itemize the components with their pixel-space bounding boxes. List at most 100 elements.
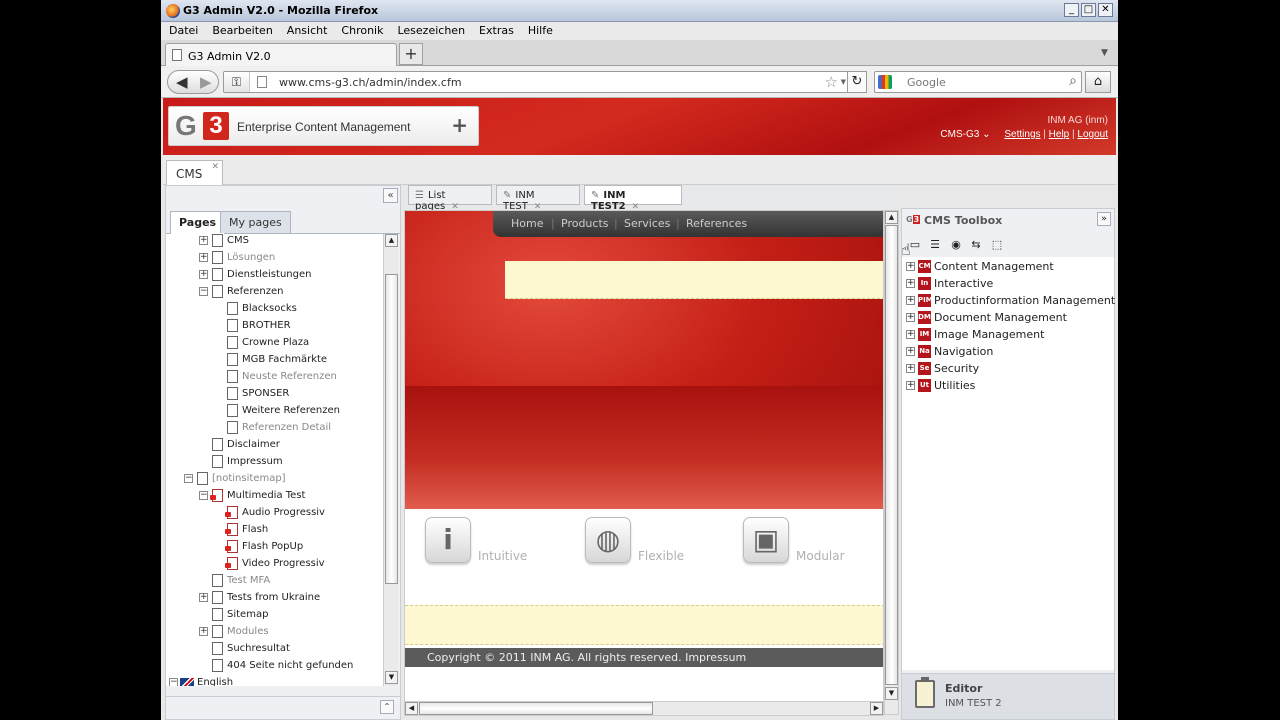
url-text[interactable]: www.cms-g3.ch/admin/index.cfm (279, 76, 462, 89)
menu-chronik[interactable]: Chronik (333, 22, 389, 37)
scroll-thumb[interactable] (885, 225, 898, 685)
app-header: G3 Enterprise Content Management + INM A… (163, 98, 1116, 155)
scroll-thumb[interactable] (385, 274, 398, 584)
google-icon[interactable] (878, 75, 892, 89)
browser-tab[interactable]: G3 Admin V2.0 (165, 43, 397, 66)
page-tree-panel: « Pages My pages + CMS + Lösungen + Dienstl… (165, 185, 401, 720)
tab-my-pages[interactable]: My pages (220, 211, 291, 233)
url-bar[interactable]: ⚿ www.cms-g3.ch/admin/index.cfm ☆ ▼ (223, 71, 867, 93)
header-links: CMS-G3 ⌄ Settings | Help | Logout (940, 129, 1108, 140)
page-tree: + CMS + Lösungen + Dienstleistungen − Refere… (166, 234, 383, 686)
menu-bar: Datei Bearbeiten Ansicht Chronik Lesezeichen… (161, 22, 1118, 40)
preview-hscrollbar[interactable]: ◀ ▶ (404, 701, 884, 716)
navigation-toolbar: ◀ ▶ ⚿ www.cms-g3.ch/admin/index.cfm ☆ ▼ … (161, 66, 1118, 98)
panel-footer: ⌃ (166, 696, 400, 718)
list-icon[interactable]: ☰ (928, 238, 942, 252)
scroll-thumb[interactable] (419, 702, 653, 715)
close-icon[interactable]: ✕ (211, 162, 219, 172)
back-forward-button[interactable]: ◀ ▶ (167, 70, 219, 94)
preview-footer: Copyright © 2011 INM AG. All rights rese… (405, 648, 883, 667)
reload-button[interactable]: ↻ (847, 71, 867, 93)
site-select[interactable]: CMS-G3 (940, 129, 979, 140)
toolbox-icons: ▭ ☰ ◉ ⇆ ⬚ (902, 235, 1114, 257)
home-button[interactable]: ⌂ (1085, 71, 1111, 93)
site-nav-home[interactable]: Home (511, 217, 543, 230)
page-content: G3 Enterprise Content Management + INM A… (161, 98, 1118, 720)
browser-tab-strip: G3 Admin V2.0 + ▼ (161, 40, 1118, 66)
menu-bearbeiten[interactable]: Bearbeiten (204, 22, 278, 37)
editor-document: INM TEST 2 (945, 698, 1002, 709)
help-link[interactable]: Help (1049, 129, 1070, 140)
editable-region[interactable] (405, 605, 883, 645)
scroll-down-icon[interactable]: ▼ (885, 687, 898, 700)
title-bar: G3 Admin V2.0 - Mozilla Firefox _ □ ✕ (161, 0, 1118, 22)
cubes-icon: ▣ (743, 517, 789, 563)
tree-scrollbar[interactable]: ▲ ▼ (383, 234, 398, 686)
select-icon[interactable]: ⬚ (990, 238, 1004, 252)
panel-tabs: Pages My pages (166, 210, 400, 235)
url-dropdown-icon[interactable]: ▼ (841, 78, 846, 86)
tab-cms[interactable]: CMS ✕ (166, 160, 223, 185)
menu-ansicht[interactable]: Ansicht (279, 22, 334, 37)
tab-inm-test2[interactable]: ✎ INM TEST2 ✕ (584, 185, 682, 212)
maximize-button[interactable]: □ (1081, 3, 1096, 17)
toolbox-header: G3 CMS Toolbox » (902, 209, 1114, 231)
g3-logo: G3 (175, 110, 229, 142)
tab-inm-test[interactable]: ✎ INM TEST ✕ (496, 185, 580, 212)
search-icon[interactable]: ⌕ (1069, 73, 1077, 89)
settings-link[interactable]: Settings (1004, 129, 1040, 140)
browser-tab-title: G3 Admin V2.0 (188, 50, 271, 63)
menu-datei[interactable]: Datei (161, 22, 204, 37)
scroll-down-icon[interactable]: ▼ (385, 671, 398, 684)
back-arrow-icon[interactable]: ◀ (176, 73, 188, 91)
move-icon[interactable]: ⇆ (969, 238, 983, 252)
menu-hilfe[interactable]: Hilfe (520, 22, 559, 37)
forward-arrow-icon[interactable]: ▶ (200, 73, 212, 91)
close-window-button[interactable]: ✕ (1098, 3, 1113, 17)
scroll-right-icon[interactable]: ▶ (870, 702, 883, 715)
scroll-up-icon[interactable]: ▲ (385, 234, 398, 247)
menu-extras[interactable]: Extras (471, 22, 520, 37)
app-tagline: Enterprise Content Management (237, 120, 411, 134)
editor-label: Editor (945, 682, 983, 695)
logo-box: G3 Enterprise Content Management + (168, 106, 479, 146)
collapse-panel-icon[interactable]: « (383, 188, 398, 203)
preview-vscrollbar[interactable]: ▲ ▼ (884, 210, 899, 715)
tab-pages[interactable]: Pages (170, 211, 226, 235)
collapse-toolbox-icon[interactable]: » (1097, 212, 1111, 226)
editable-region[interactable] (505, 261, 883, 299)
browser-window: G3 Admin V2.0 - Mozilla Firefox _ □ ✕ Da… (161, 0, 1118, 720)
tab-list-pages[interactable]: ☰ List pages ✕ (408, 185, 492, 212)
minimize-button[interactable]: _ (1064, 3, 1079, 17)
user-label: INM AG (inm) (1047, 115, 1108, 126)
site-nav: Home | Products | Services | References (493, 211, 883, 237)
scroll-up-icon[interactable]: ▲ (885, 211, 898, 224)
new-tab-button[interactable]: + (399, 43, 423, 65)
toolbox-tree: + CM Content Management + In Interactive + PI… (902, 257, 1115, 670)
logout-link[interactable]: Logout (1077, 129, 1108, 140)
site-nav-references[interactable]: References (686, 217, 747, 230)
page-icon (172, 49, 182, 61)
pencil-icon: ✎ (503, 190, 512, 201)
page-icon (257, 76, 267, 88)
document-tabs: ☰ List pages ✕ ✎ INM TEST ✕ ✎ INM TEST2 ✕ (404, 185, 894, 212)
site-nav-products[interactable]: Products (561, 217, 609, 230)
search-bar[interactable]: Google ⌕ (874, 71, 1082, 93)
hero-banner: Home | Products | Services | References (405, 211, 883, 509)
expand-up-icon[interactable]: ⌃ (380, 700, 394, 714)
list-icon: ☰ (415, 190, 424, 201)
tab-cms-label: CMS (176, 167, 203, 181)
plus-icon[interactable]: + (451, 113, 468, 137)
tab-list-icon[interactable]: ▼ (1101, 48, 1108, 58)
bookmark-star-icon[interactable]: ☆ (825, 73, 838, 91)
menu-lesezeichen[interactable]: Lesezeichen (389, 22, 471, 37)
scroll-left-icon[interactable]: ◀ (405, 702, 418, 715)
chevron-down-icon[interactable]: ⌄ (982, 129, 990, 140)
search-placeholder[interactable]: Google (907, 76, 946, 89)
info-icon: i (425, 517, 471, 563)
site-nav-services[interactable]: Services (624, 217, 670, 230)
editor-clipboard[interactable]: Editor INM TEST 2 (902, 673, 1114, 719)
eye-icon[interactable]: ◉ (949, 238, 963, 252)
identity-key-icon[interactable]: ⚿ (224, 72, 250, 92)
g3-logo: G3 (906, 215, 921, 224)
